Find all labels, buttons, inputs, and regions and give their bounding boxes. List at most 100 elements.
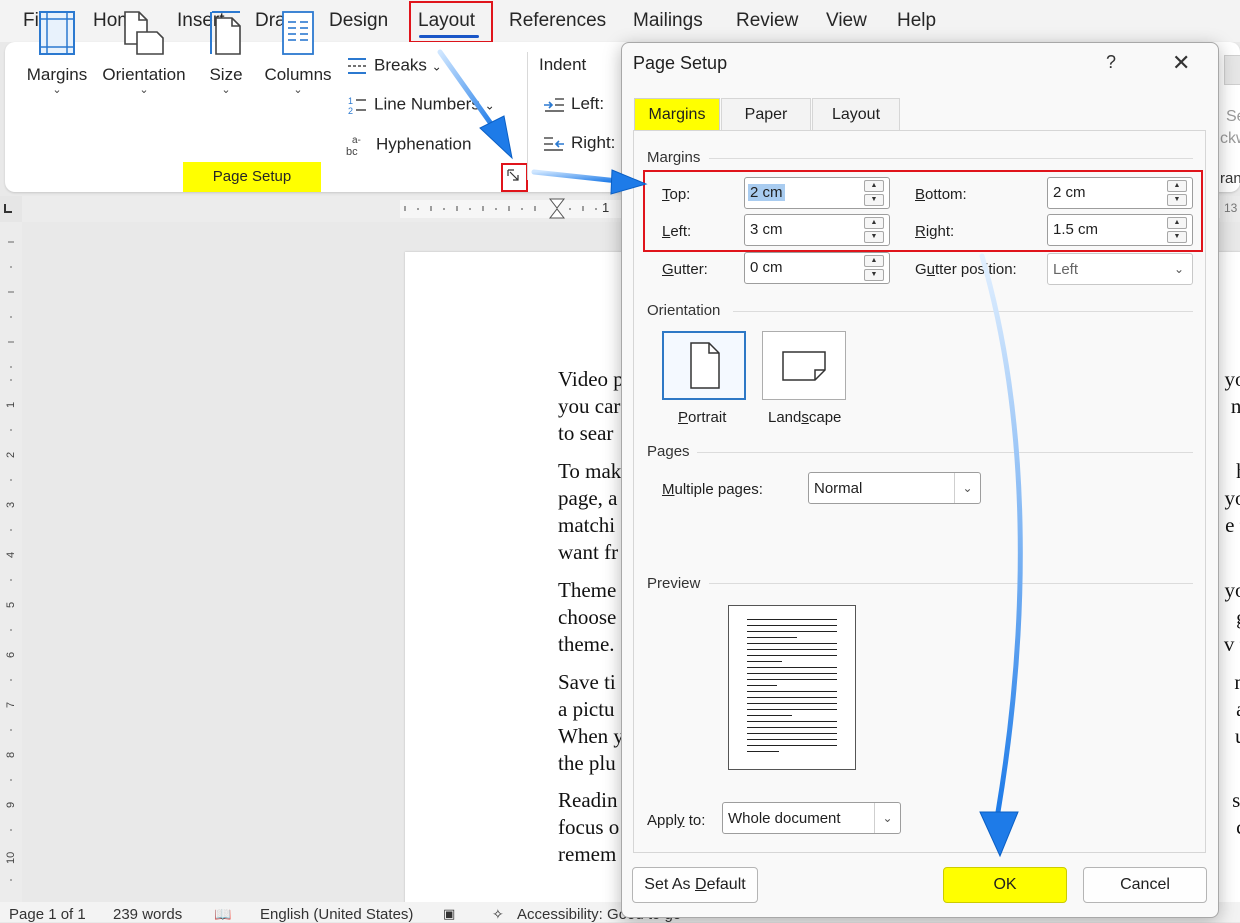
- svg-text:9: 9: [5, 802, 17, 808]
- partial-ribbon-icon: [1224, 55, 1240, 85]
- multiple-pages-value: Normal: [814, 480, 863, 497]
- gutter-position-label: Gutter position:: [915, 261, 1017, 278]
- hyphenation-icon: a- bc: [346, 135, 361, 158]
- ruler-number: 13: [1224, 201, 1238, 215]
- line-numbers-button[interactable]: 1 2 Line Numbers ⌄: [346, 94, 495, 116]
- spin-up-icon[interactable]: ▲: [864, 255, 884, 267]
- divider: [709, 158, 1193, 159]
- cancel-button[interactable]: Cancel: [1083, 867, 1207, 903]
- chevron-down-icon: ⌄: [1173, 262, 1185, 276]
- divider: [733, 311, 1193, 312]
- menu-mailings[interactable]: Mailings: [633, 10, 703, 32]
- landscape-button[interactable]: [762, 331, 846, 400]
- ruler-number: 1: [602, 200, 610, 215]
- landscape-page-icon: [782, 351, 826, 381]
- breaks-button[interactable]: Breaks ⌄: [346, 55, 442, 77]
- tab-margins[interactable]: Margins: [634, 98, 720, 130]
- chevron-down-icon: ⌄: [484, 98, 495, 113]
- chevron-down-icon: ⌄: [431, 59, 442, 74]
- book-icon[interactable]: 📖: [214, 906, 231, 923]
- divider: [709, 583, 1193, 584]
- landscape-label: Landscape: [768, 409, 842, 426]
- dialog-title: Page Setup: [633, 53, 728, 73]
- svg-text:2: 2: [5, 452, 17, 458]
- apply-to-label: Apply to:: [647, 812, 706, 829]
- help-button[interactable]: ?: [1106, 52, 1116, 73]
- chevron-down-icon: ⌄: [874, 803, 900, 833]
- partial-ribbon-label: ran: [1220, 170, 1240, 187]
- svg-text:bc: bc: [346, 146, 358, 157]
- page-count[interactable]: Page 1 of 1: [9, 906, 86, 923]
- multiple-pages-label: Multiple pages:: [662, 481, 763, 498]
- menu-review[interactable]: Review: [736, 10, 798, 32]
- size-icon: [210, 11, 241, 55]
- apply-to-value: Whole document: [728, 810, 841, 827]
- portrait-page-icon: [690, 342, 720, 389]
- layout-callout-box: [409, 1, 493, 43]
- indent-right-field[interactable]: Right:: [543, 133, 615, 153]
- columns-button[interactable]: Columns ⌄: [263, 10, 333, 96]
- accessibility-icon[interactable]: ✧: [492, 906, 504, 923]
- svg-text:2: 2: [348, 106, 353, 116]
- svg-text:a-: a-: [352, 135, 361, 146]
- gutter-spinner[interactable]: 0 cm ▲ ▼: [744, 252, 890, 284]
- line-numbers-icon: 1 2: [348, 96, 366, 116]
- margins-section-title: Margins: [647, 149, 701, 166]
- gutter-position-value: Left: [1053, 261, 1079, 278]
- indent-label: Indent: [539, 55, 587, 74]
- vertical-ruler[interactable]: 1 2 3 4 5 6 7 8 9 10: [0, 222, 22, 902]
- svg-text:1: 1: [5, 402, 17, 408]
- word-count[interactable]: 239 words: [113, 906, 182, 923]
- portrait-button[interactable]: [662, 331, 746, 400]
- svg-text:1: 1: [348, 96, 353, 106]
- hyphenation-button[interactable]: a- bc Hyphenation: [346, 133, 471, 158]
- margins-button[interactable]: Margins ⌄: [24, 10, 90, 96]
- tab-layout[interactable]: Layout: [812, 98, 900, 130]
- partial-ribbon-label: ckw: [1220, 130, 1240, 147]
- page-preview: [728, 605, 856, 770]
- pages-section-title: Pages: [647, 443, 690, 460]
- focus-icon[interactable]: ▣: [443, 906, 455, 922]
- size-button[interactable]: Size ⌄: [204, 10, 248, 96]
- columns-icon: [282, 11, 314, 55]
- menu-help[interactable]: Help: [897, 10, 936, 32]
- menu-references[interactable]: References: [509, 10, 606, 32]
- svg-text:7: 7: [5, 702, 17, 708]
- divider: [697, 452, 1193, 453]
- margins-callout-box: [643, 170, 1203, 252]
- gutter-value[interactable]: 0 cm: [748, 259, 785, 276]
- page-setup-group-label: Page Setup: [183, 162, 321, 192]
- orientation-section-title: Orientation: [647, 302, 721, 319]
- margins-icon: [39, 11, 75, 55]
- orientation-icon: [124, 11, 164, 55]
- gutter-position-select[interactable]: Left ⌄: [1047, 253, 1193, 285]
- spin-down-icon[interactable]: ▼: [864, 269, 884, 281]
- tab-paper[interactable]: Paper: [721, 98, 811, 130]
- chevron-down-icon: ⌄: [954, 473, 980, 503]
- svg-text:8: 8: [5, 752, 17, 758]
- orientation-button[interactable]: Orientation ⌄: [99, 10, 189, 96]
- indent-left-field[interactable]: Left:: [543, 94, 604, 114]
- apply-to-select[interactable]: Whole document ⌄: [722, 802, 901, 834]
- gutter-label: Gutter:: [662, 261, 708, 278]
- svg-text:10: 10: [5, 852, 17, 864]
- dialog-launcher-icon: [507, 169, 519, 181]
- svg-text:4: 4: [5, 552, 17, 558]
- language-status[interactable]: English (United States): [260, 906, 413, 923]
- svg-text:3: 3: [5, 502, 17, 508]
- ribbon-separator: [527, 52, 528, 180]
- svg-text:5: 5: [5, 602, 17, 608]
- menu-view[interactable]: View: [826, 10, 867, 32]
- indent-left-icon: [544, 97, 564, 112]
- portrait-label: Portrait: [678, 409, 727, 426]
- ruler-ticks: 1 2 3 4 5 6 7 8 9 10: [5, 241, 17, 881]
- multiple-pages-select[interactable]: Normal ⌄: [808, 472, 981, 504]
- menu-design[interactable]: Design: [329, 10, 388, 32]
- preview-section-title: Preview: [647, 575, 701, 592]
- ok-button[interactable]: OK: [943, 867, 1067, 903]
- set-as-default-button[interactable]: Set As Default: [632, 867, 758, 903]
- breaks-icon: [348, 58, 366, 74]
- svg-text:6: 6: [5, 652, 17, 658]
- close-button[interactable]: ✕: [1172, 50, 1190, 76]
- indent-right-icon: [544, 136, 564, 151]
